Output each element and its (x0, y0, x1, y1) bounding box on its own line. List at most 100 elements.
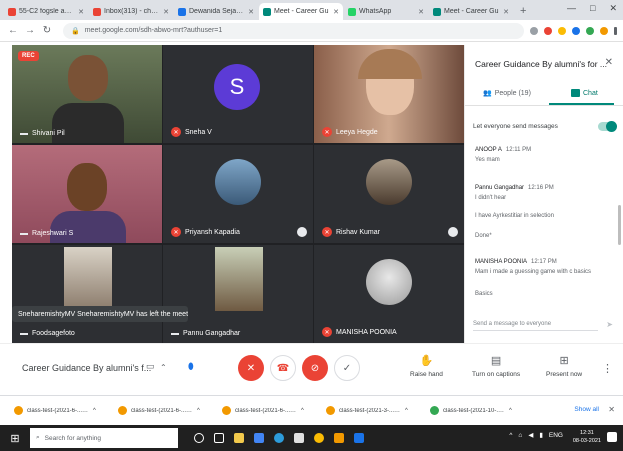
extension-icon[interactable] (544, 26, 552, 35)
chevron-up-icon[interactable]: ⌃ (160, 363, 167, 372)
present-button[interactable]: ⊞ Present now (546, 354, 582, 378)
captions-button[interactable]: ▤ Turn on captions (472, 354, 520, 378)
network-icon[interactable]: ⌂ (518, 432, 522, 439)
browser-tab[interactable]: WhatsApp ✕ (344, 3, 428, 20)
browser-tab[interactable]: 55-C2 fogsle and yo ✕ (4, 3, 88, 20)
allow-messages-label: Let everyone send messages (473, 123, 558, 130)
browser-tab[interactable]: Dewanida Sejari Ru ✕ (174, 3, 258, 20)
tab-people[interactable]: 👥 People (19) (483, 89, 531, 98)
leave-call-button[interactable]: ☎ (270, 355, 296, 381)
pin-icon[interactable] (448, 227, 458, 237)
tab-title: Meet - Career Gu (444, 8, 499, 15)
shield-icon[interactable]: ⬮ (188, 361, 194, 372)
file-icon (118, 406, 127, 415)
file-explorer-icon[interactable] (234, 433, 244, 443)
download-item[interactable]: class-test-(2021-6-....html ^ (14, 406, 114, 415)
participant-video (50, 211, 126, 243)
meeting-name[interactable]: Career Guidance By alumni's f... (22, 363, 151, 373)
tab-title: 55-C2 fogsle and yo (19, 8, 75, 15)
volume-icon[interactable]: ◀ (528, 431, 533, 439)
extension-icon[interactable] (572, 26, 580, 35)
task-view-icon[interactable] (214, 433, 224, 443)
url-input[interactable]: 🔒 meet.google.com/sdh-abwo-mrt?authuser=… (63, 22, 524, 39)
download-item[interactable]: class-test-(2021-6-....html ^ (118, 406, 218, 415)
notification-icon[interactable] (607, 432, 617, 442)
chevron-up-icon[interactable]: ^ (405, 408, 408, 414)
allow-messages-toggle[interactable] (598, 121, 617, 132)
more-effects-button[interactable]: ✓ (334, 355, 360, 381)
gmail-icon (8, 7, 16, 16)
minimize-button[interactable]: — (567, 3, 576, 14)
star-icon[interactable] (530, 26, 538, 35)
browser-tab-strip: 55-C2 fogsle and yo ✕ Inbox(313) - charl… (0, 0, 623, 20)
participant-tile[interactable]: Pannu Gangadhar (163, 245, 313, 343)
menu-icon[interactable] (614, 26, 617, 35)
participant-tile[interactable]: Foodsagefoto (12, 245, 162, 343)
battery-icon[interactable]: ▮ (539, 431, 543, 439)
close-icon[interactable]: ✕ (163, 8, 169, 16)
download-item[interactable]: class-test-(2021-6-....html ^ (222, 406, 322, 415)
pin-icon[interactable] (297, 227, 307, 237)
raise-hand-button[interactable]: ✋ Raise hand (410, 354, 443, 378)
chevron-up-icon[interactable]: ^ (509, 432, 512, 439)
download-item[interactable]: class-test-(2021-3-...html ^ (326, 406, 426, 415)
chevron-up-icon[interactable]: ^ (509, 408, 512, 414)
close-icon[interactable]: ✕ (608, 405, 615, 414)
chevron-up-icon[interactable]: ^ (301, 408, 304, 414)
taskbar-apps (194, 433, 364, 443)
app-icon[interactable] (354, 433, 364, 443)
app-icon[interactable] (294, 433, 304, 443)
chat-panel: Career Guidance By alumni's for ... ✕ 👥 P… (464, 45, 623, 343)
participant-tile[interactable]: ✕ Rishav Kumar (314, 145, 464, 243)
mic-off-button[interactable]: ✕ (238, 355, 264, 381)
extension-icon[interactable] (558, 26, 566, 35)
camera-off-button[interactable]: ⊘ (302, 355, 328, 381)
reload-icon[interactable]: ↻ (40, 25, 54, 36)
send-icon[interactable]: ➤ (606, 320, 613, 329)
participant-tile[interactable]: ✕ Priyansh Kapadia (163, 145, 313, 243)
close-icon[interactable]: ✕ (248, 8, 254, 16)
mic-off-icon: ✕ (322, 227, 332, 237)
language-indicator[interactable]: ENG (549, 432, 563, 439)
browser-tab[interactable]: Inbox(313) - charlie.cr ✕ (89, 3, 173, 20)
show-all-button[interactable]: Show all (574, 406, 599, 413)
chrome-icon[interactable] (314, 433, 324, 443)
windows-start-icon[interactable]: ⊞ (0, 432, 30, 445)
close-icon[interactable]: ✕ (333, 8, 339, 16)
browser-tab[interactable]: Meet - Career Gu ✕ (429, 3, 513, 20)
edge-icon[interactable] (274, 433, 284, 443)
taskbar-search-input[interactable]: ⌕ Search for anything (30, 428, 178, 448)
close-icon[interactable]: ✕ (418, 8, 424, 16)
new-tab-button[interactable]: + (514, 5, 532, 20)
participant-tile[interactable]: ✕ Leeya Hegde (314, 45, 464, 143)
scrollbar[interactable] (618, 205, 621, 245)
browser-tab-active[interactable]: Meet - Career Gu ✕ (259, 3, 343, 20)
video-grid: REC Shivani Pil S ✕ Sneha V ✕ Leeya Hegde … (12, 45, 464, 343)
panel-title: Career Guidance By alumni's for ... (475, 59, 608, 69)
close-icon[interactable]: ✕ (605, 57, 613, 68)
close-icon[interactable]: ✕ (503, 8, 509, 16)
forward-icon[interactable]: → (23, 25, 37, 36)
participant-tile[interactable]: S ✕ Sneha V (163, 45, 313, 143)
maximize-button[interactable]: □ (590, 3, 595, 14)
participant-tile[interactable]: REC Shivani Pil (12, 45, 162, 143)
participant-tile[interactable]: Rajeshwari S (12, 145, 162, 243)
store-icon[interactable] (254, 433, 264, 443)
chevron-up-icon[interactable]: ^ (197, 408, 200, 414)
back-icon[interactable]: ← (6, 25, 20, 36)
profile-avatar[interactable] (600, 26, 608, 35)
app-icon[interactable] (334, 433, 344, 443)
more-options-icon[interactable]: ⋮ (602, 362, 613, 375)
download-item[interactable]: class-test-(2021-10-...aspx ^ (430, 406, 530, 415)
audio-level-icon (20, 232, 28, 235)
tab-chat[interactable]: Chat (571, 89, 598, 97)
participant-tile[interactable]: ✕ MANISHA POONIA (314, 245, 464, 343)
cortana-icon[interactable] (194, 433, 204, 443)
close-window-button[interactable]: ✕ (609, 3, 617, 14)
extension-icon[interactable] (586, 26, 594, 35)
captions-toggle-icon[interactable]: ▭ (146, 361, 155, 372)
chevron-up-icon[interactable]: ^ (93, 408, 96, 414)
chat-input[interactable]: Send a message to everyone (473, 321, 598, 331)
clock[interactable]: 12:31 08-03-2021 (573, 429, 601, 445)
close-icon[interactable]: ✕ (78, 8, 84, 16)
